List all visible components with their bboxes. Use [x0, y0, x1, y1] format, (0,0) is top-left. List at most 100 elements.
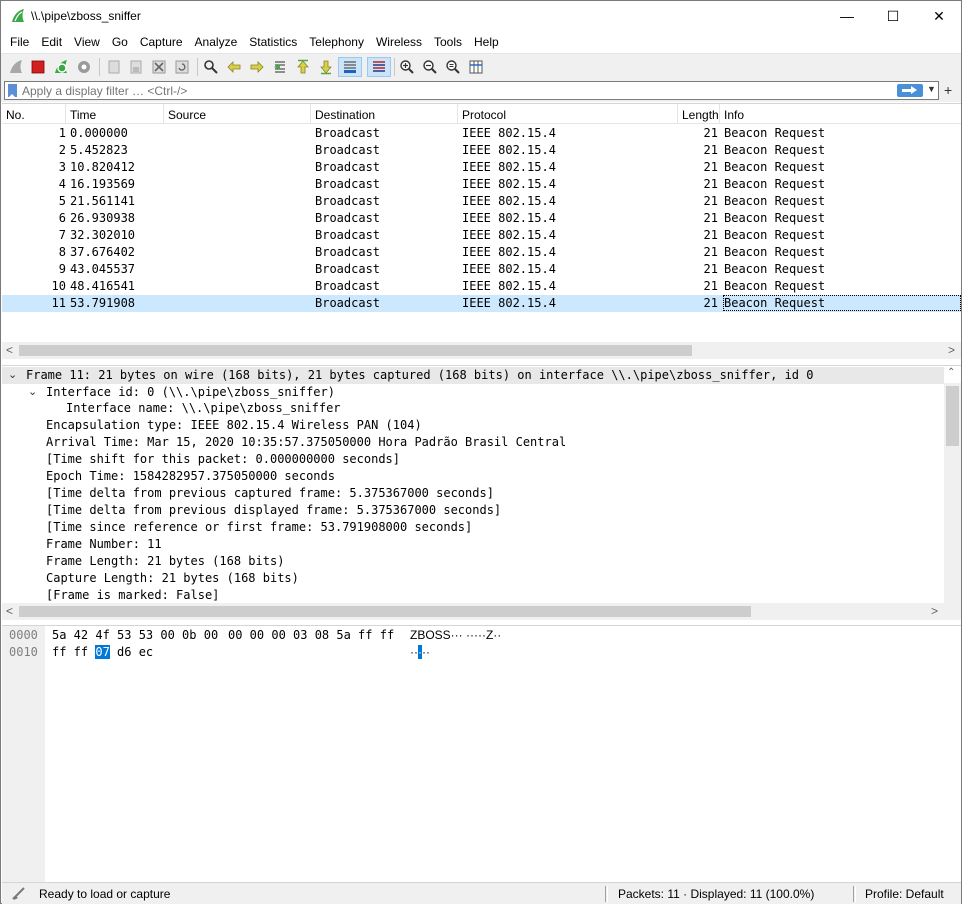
packet-info-cell: Beacon Request — [724, 194, 826, 208]
highlighted-byte[interactable]: 07 — [95, 645, 110, 659]
detail-line[interactable]: [Time shift for this packet: 0.000000000… — [46, 452, 400, 469]
filter-dropdown-icon[interactable]: ▼ — [927, 84, 936, 94]
detail-line[interactable]: Frame Length: 21 bytes (168 bits) — [46, 554, 284, 571]
packet-row[interactable]: 2 5.452823 Broadcast IEEE 802.15.4 21 Beacon … — [2, 142, 961, 159]
menu-analyze[interactable]: Analyze — [189, 32, 244, 53]
go-back-icon[interactable] — [224, 57, 244, 77]
packet-row[interactable]: 9 43.045537 Broadcast IEEE 802.15.4 21 Beacon… — [2, 261, 961, 278]
ascii-bytes-line[interactable]: ····· — [410, 645, 430, 662]
detail-line[interactable]: Capture Length: 21 bytes (168 bits) — [46, 571, 299, 588]
column-header-no[interactable]: No. — [2, 104, 66, 124]
scroll-left-icon[interactable]: < — [6, 604, 13, 618]
hex-bytes-group-2[interactable]: 00 00 00 03 08 5a ff ff — [228, 628, 394, 645]
packet-length-cell: 21 — [703, 177, 718, 191]
menu-statistics[interactable]: Statistics — [243, 32, 303, 53]
capture-options-icon[interactable] — [74, 57, 94, 77]
packet-row[interactable]: 10 48.416541 Broadcast IEEE 802.15.4 21 Beaco… — [2, 278, 961, 295]
resize-columns-icon[interactable] — [466, 57, 486, 77]
zoom-out-icon[interactable] — [420, 57, 440, 77]
menu-go[interactable]: Go — [106, 32, 134, 53]
reload-file-icon[interactable] — [172, 57, 192, 77]
colorize-icon[interactable] — [367, 57, 391, 77]
collapse-chevron-icon[interactable]: ⌄ — [28, 385, 37, 398]
go-first-icon[interactable] — [293, 57, 313, 77]
normal-size-icon[interactable] — [443, 57, 463, 77]
menu-help[interactable]: Help — [468, 32, 505, 53]
close-file-icon[interactable] — [149, 57, 169, 77]
detail-line[interactable]: Arrival Time: Mar 15, 2020 10:35:57.3750… — [46, 435, 566, 452]
packet-row[interactable]: 6 26.930938 Broadcast IEEE 802.15.4 21 Beacon… — [2, 210, 961, 227]
menu-edit[interactable]: Edit — [35, 32, 68, 53]
maximize-button[interactable]: ☐ — [870, 1, 916, 31]
packet-row[interactable]: 8 37.676402 Broadcast IEEE 802.15.4 21 Beacon… — [2, 244, 961, 261]
detail-line[interactable]: [Time delta from previous displayed fram… — [46, 503, 501, 520]
status-profile[interactable]: Profile: Default — [865, 887, 944, 901]
column-header-length[interactable]: Length — [678, 104, 720, 124]
save-file-icon[interactable] — [126, 57, 146, 77]
packet-list-hscrollbar[interactable]: < > — [2, 342, 961, 359]
open-file-icon[interactable] — [104, 57, 124, 77]
ascii-bytes[interactable]: ZBOSS··· ·····Z·· — [410, 628, 501, 645]
stop-capture-icon[interactable] — [28, 57, 48, 77]
scroll-thumb[interactable] — [19, 345, 692, 356]
go-to-packet-icon[interactable] — [270, 57, 290, 77]
menu-capture[interactable]: Capture — [134, 32, 189, 53]
packet-row[interactable]: 5 21.561141 Broadcast IEEE 802.15.4 21 Beacon… — [2, 193, 961, 210]
minimize-button[interactable]: — — [824, 1, 870, 31]
scroll-thumb[interactable] — [19, 606, 751, 617]
restart-capture-icon[interactable] — [51, 57, 71, 77]
detail-line[interactable]: Frame Number: 11 — [46, 537, 162, 554]
go-last-icon[interactable] — [316, 57, 336, 77]
column-header-info[interactable]: Info — [720, 104, 961, 124]
menu-tools[interactable]: Tools — [428, 32, 468, 53]
hex-bytes: ff ff — [52, 645, 96, 659]
menu-telephony[interactable]: Telephony — [303, 32, 370, 53]
zoom-in-icon[interactable] — [397, 57, 417, 77]
maximize-icon: ☐ — [886, 7, 900, 24]
scroll-right-icon[interactable]: > — [948, 343, 955, 357]
column-header-time[interactable]: Time — [66, 104, 164, 124]
menu-wireless[interactable]: Wireless — [370, 32, 428, 53]
display-filter-input[interactable] — [22, 83, 882, 98]
hex-bytes-line[interactable]: ff ff 07 d6 ec — [52, 645, 153, 662]
packet-row[interactable]: 11 53.791908 Broadcast IEEE 802.15.4 21 Beaco… — [2, 295, 961, 312]
detail-line[interactable]: Epoch Time: 1584282957.375050000 seconds — [46, 469, 335, 486]
column-header-protocol[interactable]: Protocol — [458, 104, 678, 124]
packet-row[interactable]: 3 10.820412 Broadcast IEEE 802.15.4 21 Beacon… — [2, 159, 961, 176]
hex-bytes-group-1[interactable]: 5a 42 4f 53 53 00 0b 00 — [52, 628, 218, 645]
detail-line[interactable]: [Time delta from previous captured frame… — [46, 486, 494, 503]
menu-bar: File Edit View Go Capture Analyze Statis… — [1, 32, 961, 53]
column-header-source[interactable]: Source — [164, 104, 311, 124]
scroll-left-icon[interactable]: < — [6, 343, 13, 357]
shark-fin-start-icon[interactable] — [6, 57, 26, 77]
offset-gutter — [2, 626, 45, 882]
go-forward-icon[interactable] — [247, 57, 267, 77]
add-filter-button-icon[interactable]: + — [944, 82, 952, 98]
apply-filter-arrow-icon[interactable] — [897, 84, 923, 97]
scroll-thumb[interactable] — [946, 386, 959, 446]
packet-list: No. Time Source Destination Protocol Len… — [2, 103, 961, 359]
detail-line[interactable]: Interface name: \\.\pipe\zboss_sniffer — [66, 401, 341, 418]
menu-view[interactable]: View — [68, 32, 106, 53]
packet-row[interactable]: 7 32.302010 Broadcast IEEE 802.15.4 21 Beacon… — [2, 227, 961, 244]
packet-row[interactable]: 1 0.000000 Broadcast IEEE 802.15.4 21 Beacon … — [2, 125, 961, 142]
auto-scroll-icon[interactable] — [338, 57, 362, 77]
menu-file[interactable]: File — [4, 32, 35, 53]
filter-bookmark-icon[interactable] — [8, 84, 17, 98]
byte-offset: 0010 — [9, 645, 38, 659]
close-button[interactable]: ✕ — [916, 1, 962, 31]
packet-row[interactable]: 4 16.193569 Broadcast IEEE 802.15.4 21 Beacon… — [2, 176, 961, 193]
scroll-up-icon[interactable]: ⌃ — [947, 367, 955, 378]
detail-line[interactable]: Encapsulation type: IEEE 802.15.4 Wirele… — [46, 418, 422, 435]
collapse-chevron-icon[interactable]: ⌄ — [8, 368, 17, 381]
detail-line[interactable]: [Time since reference or first frame: 53… — [46, 520, 472, 537]
scroll-right-icon[interactable]: > — [931, 604, 938, 618]
detail-frame-line[interactable]: ⌄ Frame 11: 21 bytes on wire (168 bits),… — [2, 367, 944, 384]
details-vscrollbar[interactable]: ⌃ — [944, 367, 961, 604]
details-hscrollbar[interactable]: < > — [2, 603, 961, 620]
column-header-destination[interactable]: Destination — [311, 104, 458, 124]
packet-bytes: 0000 5a 42 4f 53 53 00 0b 00 00 00 00 03… — [2, 625, 961, 882]
expert-info-icon[interactable] — [12, 887, 26, 901]
find-packet-icon[interactable] — [201, 57, 221, 77]
packet-info-cell: Beacon Request — [724, 211, 826, 225]
